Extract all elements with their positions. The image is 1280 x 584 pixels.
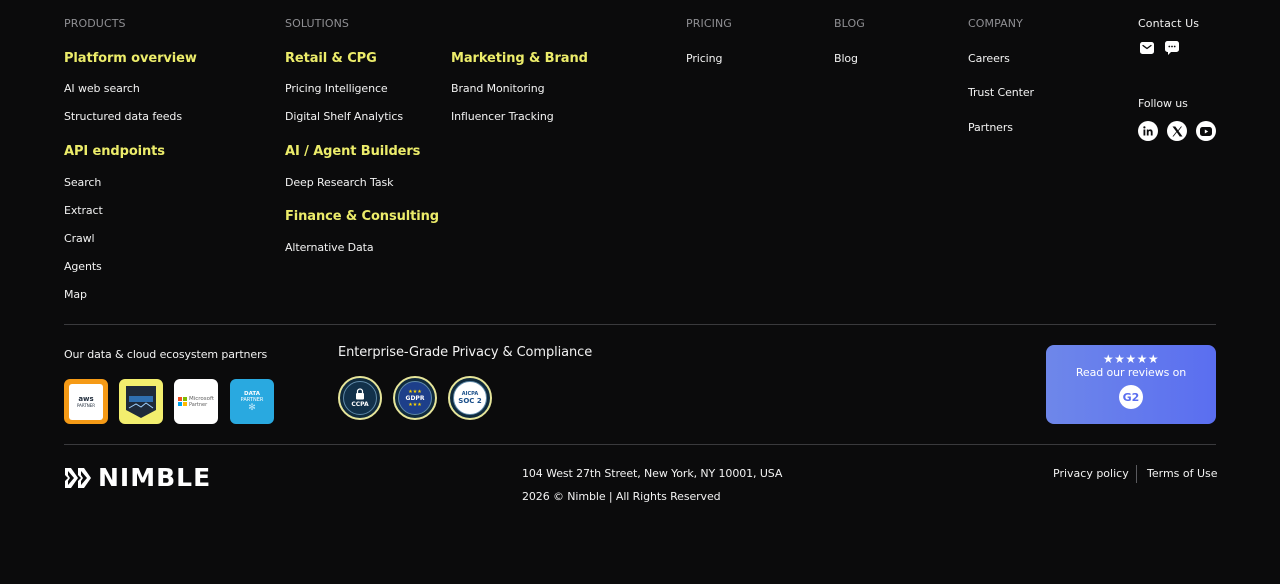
ai-agent-builders-link[interactable]: AI / Agent Builders <box>285 144 420 159</box>
databricks-partner-badge[interactable] <box>119 379 163 424</box>
g2-logo-text: G2 <box>1123 391 1140 404</box>
nimble-mark-icon <box>65 468 91 488</box>
aws-badge-subtext: PARTNER <box>76 402 96 408</box>
reviews-label: Read our reviews on <box>1075 366 1187 379</box>
blog-link[interactable]: Blog <box>834 52 858 65</box>
gdpr-label: GDPR <box>405 394 425 402</box>
extract-endpoint-link[interactable]: Extract <box>64 204 103 217</box>
influencer-tracking-link[interactable]: Influencer Tracking <box>451 110 554 123</box>
compliance-label: Enterprise-Grade Privacy & Compliance <box>338 345 593 360</box>
lock-icon <box>356 388 364 400</box>
search-endpoint-link[interactable]: Search <box>64 176 101 189</box>
g2-reviews-button[interactable]: ★★★★★ Read our reviews on G2 <box>1046 345 1216 424</box>
snowflake-data-partner-badge[interactable]: DATA PARTNER ✻ <box>230 379 274 424</box>
gdpr-badge: ★★★ GDPR ★★★ <box>393 376 437 420</box>
aws-badge-text: aws <box>78 394 94 403</box>
x-icon[interactable] <box>1167 121 1187 141</box>
pricing-link[interactable]: Pricing <box>686 52 722 65</box>
eu-stars-icon-bottom: ★★★ <box>408 401 422 408</box>
partners-link[interactable]: Partners <box>968 121 1013 134</box>
snowflake-icon: ✻ <box>248 402 256 413</box>
terms-of-use-link[interactable]: Terms of Use <box>1147 467 1218 480</box>
platform-overview-link[interactable]: Platform overview <box>64 51 197 66</box>
linkedin-icon[interactable] <box>1138 121 1158 141</box>
ccpa-badge: CCPA <box>338 376 382 420</box>
site-footer: PRODUCTS SOLUTIONS PRICING BLOG COMPANY … <box>0 0 1280 584</box>
contact-heading: Contact Us <box>1138 17 1200 30</box>
follow-us-label: Follow us <box>1138 97 1188 110</box>
soc2-label: SOC 2 <box>458 397 482 405</box>
structured-data-feeds-link[interactable]: Structured data feeds <box>64 110 182 123</box>
footer-divider-top <box>64 324 1216 325</box>
company-heading: COMPANY <box>968 17 1023 30</box>
microsoft-badge-subtext: Partner <box>188 401 208 408</box>
alternative-data-link[interactable]: Alternative Data <box>285 241 374 254</box>
solutions-heading: SOLUTIONS <box>285 17 350 30</box>
finance-consulting-link[interactable]: Finance & Consulting <box>285 209 439 224</box>
g2-logo-icon: G2 <box>1119 385 1143 409</box>
ccpa-label: CCPA <box>351 401 369 408</box>
brand-monitoring-link[interactable]: Brand Monitoring <box>451 82 545 95</box>
copyright-text: 2026 © Nimble | All Rights Reserved <box>522 490 721 503</box>
marketing-brand-link[interactable]: Marketing & Brand <box>451 51 588 66</box>
company-address: 104 West 27th Street, New York, NY 10001… <box>522 467 783 480</box>
map-endpoint-link[interactable]: Map <box>64 288 87 301</box>
blog-heading: BLOG <box>834 17 865 30</box>
mail-icon[interactable] <box>1139 41 1154 55</box>
pricing-intelligence-link[interactable]: Pricing Intelligence <box>285 82 388 95</box>
deep-research-task-link[interactable]: Deep Research Task <box>285 176 393 189</box>
careers-link[interactable]: Careers <box>968 52 1010 65</box>
nimble-wordmark: NIMBLE <box>98 463 212 492</box>
products-heading: PRODUCTS <box>64 17 126 30</box>
aws-partner-badge[interactable]: aws PARTNER <box>64 379 108 424</box>
agents-endpoint-link[interactable]: Agents <box>64 260 102 273</box>
pricing-heading: PRICING <box>686 17 732 30</box>
retail-cpg-link[interactable]: Retail & CPG <box>285 51 377 66</box>
nimble-logo[interactable]: NIMBLE <box>64 463 212 492</box>
api-endpoints-link[interactable]: API endpoints <box>64 144 165 159</box>
digital-shelf-analytics-link[interactable]: Digital Shelf Analytics <box>285 110 403 123</box>
youtube-icon[interactable] <box>1196 121 1216 141</box>
partners-label: Our data & cloud ecosystem partners <box>64 348 268 361</box>
chat-icon[interactable] <box>1164 41 1179 55</box>
microsoft-partner-badge[interactable]: Microsoft Partner <box>174 379 218 424</box>
soc2-badge: AICPA SOC 2 <box>448 376 492 420</box>
footer-divider-bottom <box>64 444 1216 445</box>
privacy-policy-link[interactable]: Privacy policy <box>1053 467 1129 480</box>
trust-center-link[interactable]: Trust Center <box>968 86 1034 99</box>
ai-web-search-link[interactable]: AI web search <box>64 82 140 95</box>
footer-link-separator <box>1136 465 1137 483</box>
crawl-endpoint-link[interactable]: Crawl <box>64 232 95 245</box>
rating-stars: ★★★★★ <box>1102 352 1160 366</box>
